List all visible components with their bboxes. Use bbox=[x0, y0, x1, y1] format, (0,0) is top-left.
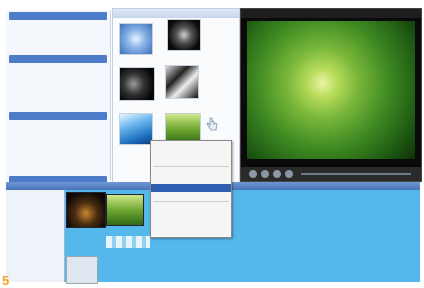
movie-tasks-pane bbox=[6, 10, 111, 184]
context-menu-item-selected[interactable] bbox=[151, 184, 231, 192]
task-link[interactable] bbox=[13, 72, 107, 78]
clip-thumbnail[interactable] bbox=[167, 19, 201, 51]
context-menu-item[interactable] bbox=[151, 141, 231, 149]
clip-thumbnail[interactable] bbox=[165, 65, 199, 99]
playback-controls bbox=[241, 167, 421, 181]
task-link[interactable] bbox=[13, 129, 107, 135]
context-menu-item[interactable] bbox=[151, 168, 231, 176]
timeline-clip[interactable] bbox=[106, 194, 144, 226]
previous-frame-button[interactable] bbox=[273, 170, 281, 178]
track-labels bbox=[6, 190, 65, 282]
transition-strip[interactable] bbox=[106, 236, 150, 248]
task-link[interactable] bbox=[13, 65, 107, 71]
context-menu-item[interactable] bbox=[151, 192, 231, 200]
seek-bar[interactable] bbox=[301, 173, 411, 175]
preview-video bbox=[247, 21, 415, 159]
task-group bbox=[9, 55, 107, 106]
task-link[interactable] bbox=[13, 86, 107, 92]
preview-title bbox=[241, 9, 421, 18]
task-link[interactable] bbox=[13, 136, 107, 142]
task-group bbox=[9, 12, 107, 49]
task-link[interactable] bbox=[13, 29, 107, 35]
play-button[interactable] bbox=[249, 170, 257, 178]
task-link[interactable] bbox=[13, 22, 107, 28]
task-link[interactable] bbox=[13, 36, 107, 42]
menu-separator bbox=[153, 166, 229, 167]
task-link[interactable] bbox=[13, 157, 107, 163]
next-frame-button[interactable] bbox=[285, 170, 293, 178]
task-link[interactable] bbox=[13, 43, 107, 49]
timeline-clip[interactable] bbox=[66, 192, 106, 228]
task-link[interactable] bbox=[13, 143, 107, 149]
task-link[interactable] bbox=[13, 150, 107, 156]
clip-thumbnail[interactable] bbox=[119, 23, 153, 55]
collection-title bbox=[113, 9, 239, 18]
task-group-heading[interactable] bbox=[9, 112, 107, 120]
task-link[interactable] bbox=[13, 164, 107, 170]
context-menu-item[interactable] bbox=[151, 176, 231, 184]
context-menu-item[interactable] bbox=[151, 203, 231, 211]
task-link[interactable] bbox=[13, 93, 107, 99]
preview-monitor bbox=[240, 8, 422, 182]
task-link[interactable] bbox=[13, 100, 107, 106]
stop-button[interactable] bbox=[261, 170, 269, 178]
clip-thumbnail[interactable] bbox=[119, 113, 153, 145]
task-group bbox=[9, 112, 107, 170]
hand-cursor-icon bbox=[206, 117, 218, 131]
context-menu-item[interactable] bbox=[151, 211, 231, 219]
menu-separator bbox=[153, 201, 229, 202]
timeline-clip[interactable] bbox=[66, 256, 98, 284]
task-group-heading[interactable] bbox=[9, 55, 107, 63]
task-link[interactable] bbox=[13, 122, 107, 128]
task-link[interactable] bbox=[13, 79, 107, 85]
context-menu bbox=[150, 140, 232, 238]
context-menu-item[interactable] bbox=[151, 149, 231, 157]
step-number: 5 bbox=[2, 273, 10, 288]
clip-thumbnail[interactable] bbox=[119, 67, 155, 101]
task-group-heading[interactable] bbox=[9, 12, 107, 20]
context-menu-item[interactable] bbox=[151, 157, 231, 165]
